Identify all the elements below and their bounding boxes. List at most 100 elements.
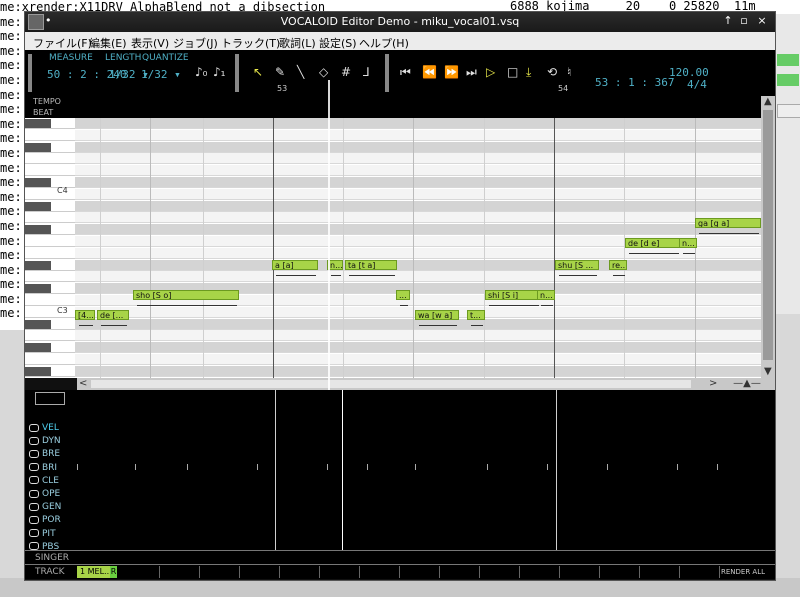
white-key[interactable]	[25, 271, 75, 283]
render-all-button[interactable]: RENDER ALL	[721, 568, 765, 576]
stop-icon[interactable]: □	[507, 65, 518, 79]
grid-row[interactable]	[75, 354, 761, 365]
grid-row[interactable]	[75, 188, 761, 200]
eraser-tool-icon[interactable]: ◇	[319, 65, 328, 79]
track-tab-empty[interactable]	[199, 566, 240, 578]
note[interactable]: shu [S ...	[555, 260, 599, 270]
control-bri-button[interactable]: BRI	[29, 462, 57, 475]
singer-track[interactable]: SINGER	[25, 550, 775, 565]
track-tab-empty[interactable]	[439, 566, 480, 578]
grid-row[interactable]	[75, 177, 761, 188]
white-key[interactable]	[25, 212, 75, 224]
loop-icon[interactable]: ⟲	[547, 65, 557, 79]
zoom-slider[interactable]: —▲—	[727, 378, 767, 390]
line-tool-icon[interactable]: ╲	[297, 65, 304, 79]
white-key[interactable]	[25, 330, 75, 342]
menu-help[interactable]: ヘルプ(H)	[359, 35, 409, 51]
grid-row[interactable]	[75, 271, 761, 283]
track-tab-empty[interactable]	[319, 566, 360, 578]
note[interactable]: wa [w a]	[415, 310, 459, 320]
black-key[interactable]	[25, 319, 51, 329]
track-tab-empty[interactable]	[399, 566, 440, 578]
black-key[interactable]	[25, 119, 51, 128]
grid-row[interactable]	[75, 259, 761, 271]
scroll-down-icon[interactable]: ▼	[764, 366, 772, 378]
play-icon[interactable]: ▷	[486, 65, 495, 79]
note-end-icon[interactable]: ♪₁	[213, 65, 225, 79]
note[interactable]: [4...	[75, 310, 95, 320]
control-bre-button[interactable]: BRE	[29, 448, 60, 461]
note[interactable]: a [a]	[272, 260, 318, 270]
measure-ruler[interactable]	[25, 82, 763, 96]
white-key[interactable]	[25, 248, 75, 259]
rewind-icon[interactable]: ⏪	[422, 65, 437, 79]
close-icon[interactable]: ×	[755, 14, 769, 28]
track-tab-empty[interactable]	[679, 566, 720, 578]
note-start-icon[interactable]: ♪₀	[195, 65, 207, 79]
grid-row[interactable]	[75, 318, 761, 330]
maximize-icon[interactable]: ▫	[737, 14, 751, 28]
horizontal-scroll-thumb[interactable]	[91, 380, 691, 388]
track-tab-empty[interactable]	[519, 566, 560, 578]
grid-row[interactable]	[75, 330, 761, 342]
note[interactable]: de [d e]	[625, 238, 681, 248]
grid-row[interactable]	[75, 141, 761, 153]
quantize-select[interactable]: 1/32 ▾	[141, 68, 181, 81]
note[interactable]: shi [S i]	[485, 290, 541, 300]
black-key[interactable]	[25, 343, 51, 353]
black-key[interactable]	[25, 260, 51, 270]
control-cle-button[interactable]: CLE	[29, 475, 59, 488]
menu-lyrics[interactable]: 歌詞(L)	[279, 35, 316, 51]
track-tab-empty[interactable]	[279, 566, 320, 578]
rewind-start-icon[interactable]: ⏮	[400, 65, 411, 80]
track-tab-1[interactable]: 1 MEL...	[77, 566, 113, 578]
menu-file[interactable]: ファイル(F)	[33, 35, 92, 51]
minimize-icon[interactable]: ↑	[721, 14, 735, 28]
control-vel-button[interactable]: VEL	[29, 422, 59, 435]
piano-roll[interactable]: a [a] n... ta [t a] sho [S o]... shi [S i] n.…	[25, 118, 761, 378]
black-key[interactable]	[25, 366, 51, 376]
vertical-scroll-thumb[interactable]	[763, 110, 773, 360]
forward-end-icon[interactable]: ⏭	[466, 65, 477, 80]
track-tab-empty[interactable]	[359, 566, 400, 578]
grid-icon[interactable]: #	[341, 65, 351, 79]
grid-row[interactable]	[75, 365, 761, 377]
track-tab-empty[interactable]	[639, 566, 680, 578]
piano-keyboard[interactable]	[25, 118, 75, 378]
black-key[interactable]	[25, 201, 51, 211]
black-key[interactable]	[25, 225, 51, 235]
black-key[interactable]	[25, 178, 51, 187]
track-tab-empty[interactable]	[159, 566, 200, 578]
menu-job[interactable]: ジョブ(J)	[173, 35, 218, 51]
white-key[interactable]	[25, 153, 75, 165]
pencil-tool-icon[interactable]: ✎	[275, 65, 285, 79]
white-key[interactable]	[25, 236, 75, 247]
track-tab-empty[interactable]	[239, 566, 280, 578]
menu-view[interactable]: 表示(V)	[131, 35, 169, 51]
note[interactable]: de [...	[97, 310, 129, 320]
grid-row[interactable]	[75, 129, 761, 141]
white-key[interactable]	[25, 165, 75, 177]
control-curve-grid[interactable]	[77, 390, 775, 550]
track-tab-empty[interactable]	[599, 566, 640, 578]
grid-row[interactable]	[75, 212, 761, 224]
control-dyn-button[interactable]: DYN	[29, 435, 61, 448]
black-key[interactable]	[25, 284, 51, 294]
note[interactable]: sho [S o]	[133, 290, 239, 300]
control-selector-box[interactable]	[35, 392, 65, 405]
menu-track[interactable]: トラック(T)	[221, 35, 280, 51]
grid-row[interactable]	[75, 200, 761, 212]
grid-row[interactable]	[75, 224, 761, 236]
scroll-right-icon[interactable]: >	[709, 378, 717, 390]
menu-edit[interactable]: 編集(E)	[89, 35, 127, 51]
control-gen-button[interactable]: GEN	[29, 501, 61, 514]
grid-row[interactable]	[75, 342, 761, 354]
note-grid[interactable]: a [a] n... ta [t a] sho [S o]... shi [S i] n.…	[75, 118, 761, 378]
note[interactable]: re...	[609, 260, 627, 270]
grid-row[interactable]	[75, 118, 761, 129]
horizontal-scrollbar[interactable]: < > —▲—	[77, 378, 775, 390]
white-key[interactable]	[25, 354, 75, 365]
control-pit-button[interactable]: PIT	[29, 528, 56, 541]
note[interactable]: t...	[467, 310, 485, 320]
note[interactable]: ...	[396, 290, 410, 300]
